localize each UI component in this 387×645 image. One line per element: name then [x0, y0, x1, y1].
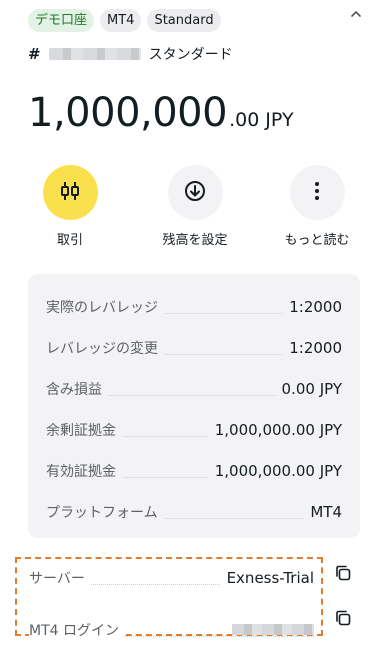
detail-label: 含み損益	[46, 378, 108, 399]
server-row: サーバー Exness-Trial	[29, 559, 314, 596]
detail-value: 1,000,000.00 JPY	[208, 420, 342, 439]
detail-value: 1,000,000.00 JPY	[208, 461, 342, 480]
account-badges: デモ口座 MT4 Standard	[28, 9, 221, 32]
detail-row-platform: プラットフォーム MT4	[46, 491, 342, 532]
detail-label: 実際のレバレッジ	[46, 296, 164, 317]
login-value-redacted	[232, 624, 314, 635]
account-name: スタンダード	[148, 47, 233, 63]
login-row: MT4 ログイン	[29, 611, 314, 645]
balance-display: 1,000,000 .00 JPY	[28, 90, 294, 136]
more-button[interactable]: もっと読む	[269, 165, 365, 248]
detail-label: プラットフォーム	[46, 501, 164, 522]
platform-badge: MT4	[100, 9, 142, 32]
detail-row-equity: 有効証拠金 1,000,000.00 JPY	[46, 450, 342, 491]
chevron-up-icon[interactable]	[349, 6, 363, 20]
login-label: MT4 ログイン	[29, 619, 125, 640]
trade-button[interactable]: 取引	[22, 165, 118, 248]
detail-row-free-margin: 余剰証拠金 1,000,000.00 JPY	[46, 409, 342, 450]
trade-label: 取引	[56, 233, 83, 248]
account-actions: 取引 残高を設定 もっと読む	[0, 165, 387, 255]
detail-value: 0.00 JPY	[275, 379, 342, 398]
trade-button-circle[interactable]	[42, 165, 98, 220]
account-details-panel: 実際のレバレッジ 1:2000 レバレッジの変更 1:2000 含み損益 0.0…	[28, 274, 360, 538]
set-balance-label: 残高を設定	[162, 233, 228, 248]
copy-server-button[interactable]	[333, 565, 353, 585]
more-vertical-icon	[305, 179, 329, 207]
more-button-circle[interactable]	[289, 165, 345, 220]
detail-value: MT4	[304, 502, 342, 521]
detail-value: 1:2000	[283, 297, 342, 316]
detail-label: 有効証拠金	[46, 460, 122, 481]
copy-login-button[interactable]	[333, 610, 353, 630]
set-balance-button[interactable]: 残高を設定	[147, 165, 243, 248]
server-label: サーバー	[29, 567, 91, 588]
candlestick-icon	[58, 179, 82, 207]
arrow-down-circle-icon	[183, 179, 207, 207]
plan-badge: Standard	[147, 9, 221, 32]
detail-row-floating-pl: 含み損益 0.00 JPY	[46, 368, 342, 409]
server-value: Exness-Trial	[220, 568, 314, 587]
detail-label: レバレッジの変更	[46, 337, 164, 358]
set-balance-button-circle[interactable]	[167, 165, 223, 220]
detail-value: 1:2000	[283, 338, 342, 357]
balance-decimals: .00	[229, 109, 260, 131]
account-hash: #	[28, 45, 41, 63]
more-label: もっと読む	[284, 233, 350, 248]
demo-account-badge: デモ口座	[28, 9, 95, 32]
detail-row-change-leverage[interactable]: レバレッジの変更 1:2000	[46, 327, 342, 368]
account-number-redacted	[48, 48, 141, 60]
account-identifier: # スタンダード	[28, 44, 233, 64]
detail-label: 余剰証拠金	[46, 419, 122, 440]
balance-currency: JPY	[265, 109, 294, 131]
copy-icon	[334, 609, 352, 631]
server-login-highlight: サーバー Exness-Trial MT4 ログイン	[15, 557, 323, 640]
balance-main: 1,000,000	[28, 90, 228, 136]
copy-icon	[334, 564, 352, 586]
detail-row-actual-leverage: 実際のレバレッジ 1:2000	[46, 286, 342, 327]
